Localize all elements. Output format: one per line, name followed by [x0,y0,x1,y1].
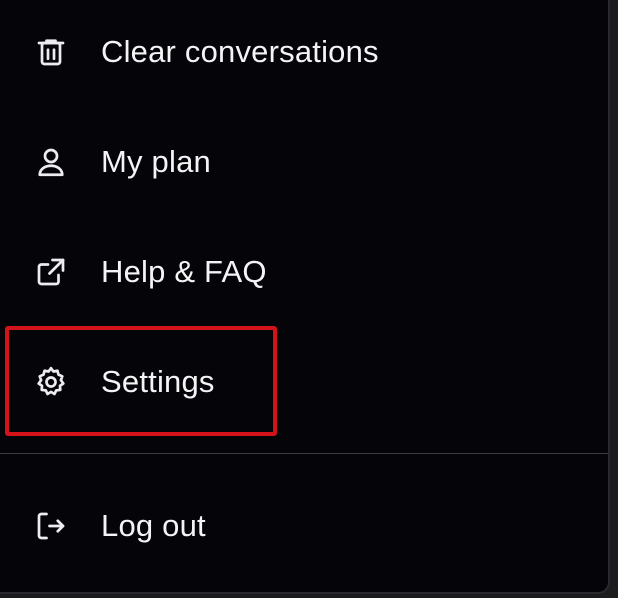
log-out-label: Log out [101,508,206,543]
menu-divider [0,453,608,454]
settings-item[interactable]: Settings [0,342,608,422]
account-menu: Clear conversations My plan Help & FAQ S… [0,0,610,594]
log-out-item[interactable]: Log out [0,486,608,566]
clear-conversations-label: Clear conversations [101,34,379,69]
my-plan-label: My plan [101,144,211,179]
clear-conversations-item[interactable]: Clear conversations [0,12,608,92]
my-plan-item[interactable]: My plan [0,122,608,202]
help-faq-label: Help & FAQ [101,254,267,289]
help-faq-item[interactable]: Help & FAQ [0,232,608,312]
user-icon [32,143,70,181]
gear-icon [32,363,70,401]
settings-label: Settings [101,364,215,399]
external-link-icon [32,253,70,291]
trash-icon [32,33,70,71]
logout-icon [32,507,70,545]
